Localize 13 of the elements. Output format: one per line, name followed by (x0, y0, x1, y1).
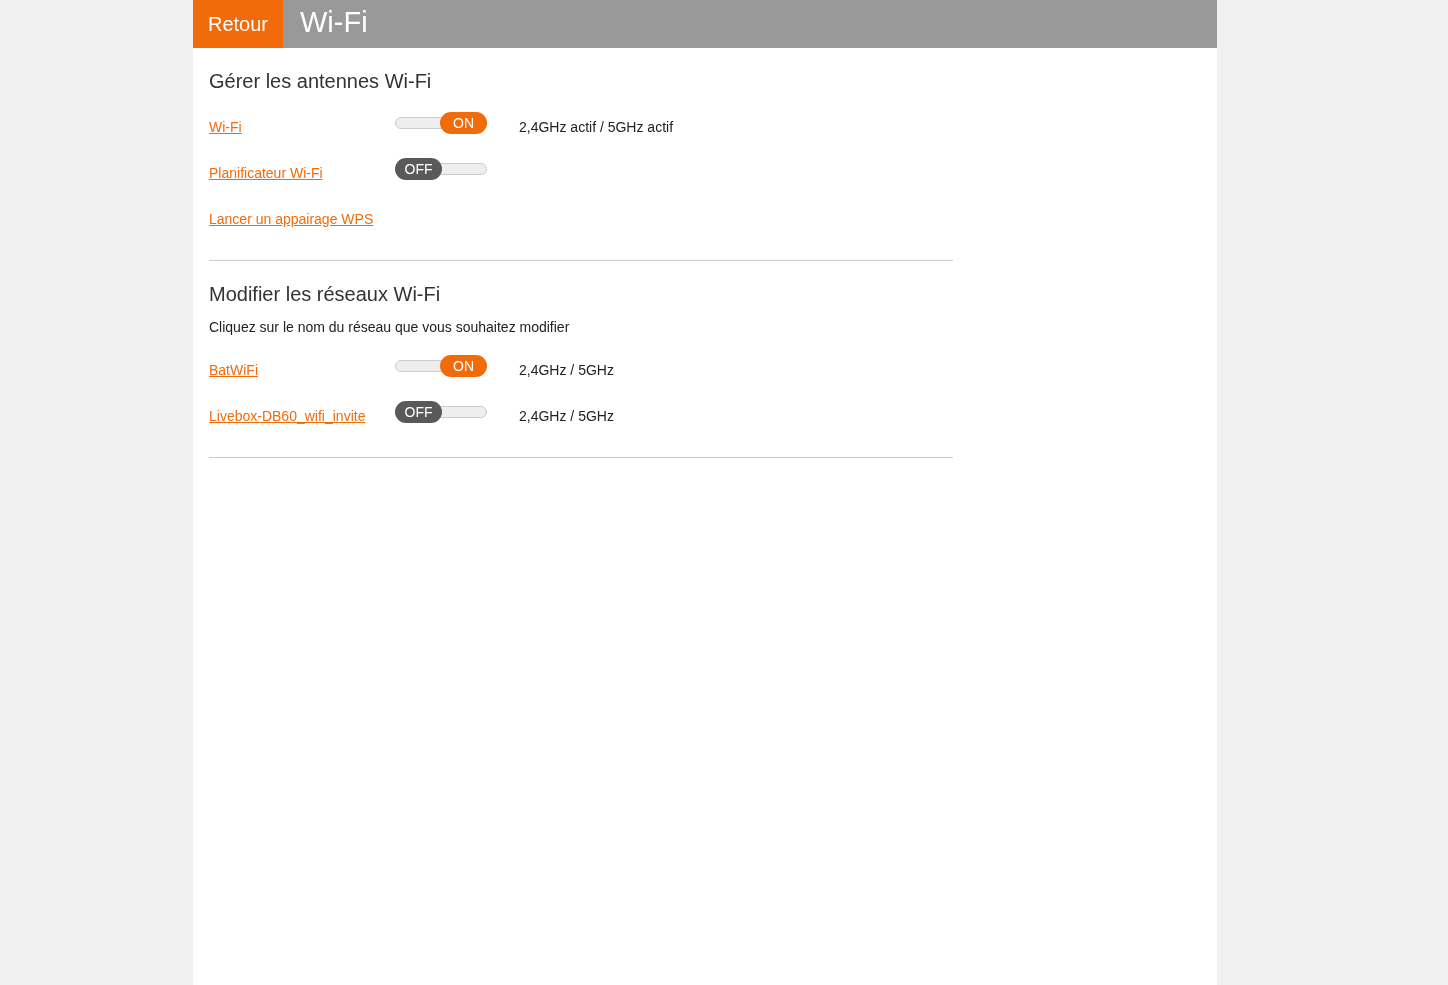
setting-link[interactable]: Livebox-DB60_wifi_invite (209, 408, 366, 424)
setting-link[interactable]: Lancer un appairage WPS (209, 211, 374, 227)
setting-link[interactable]: Planificateur Wi-Fi (209, 165, 323, 181)
status-text: 2,4GHz actif / 5GHz actif (519, 119, 674, 135)
setting-link[interactable]: BatWiFi (209, 362, 258, 378)
section-title: Modifier les réseaux Wi-Fi (209, 282, 442, 307)
status-text: 2,4GHz / 5GHz (519, 408, 614, 424)
back-button[interactable]: Retour (193, 0, 283, 48)
section-title: Gérer les antennes Wi-Fi (209, 69, 433, 94)
page-title: Wi-Fi (299, 5, 368, 40)
hint-text: Cliquez sur le nom du réseau que vous souhaitez modifier (209, 318, 571, 335)
setting-link[interactable]: Wi-Fi (209, 119, 242, 135)
status-text: 2,4GHz / 5GHz (519, 362, 614, 378)
